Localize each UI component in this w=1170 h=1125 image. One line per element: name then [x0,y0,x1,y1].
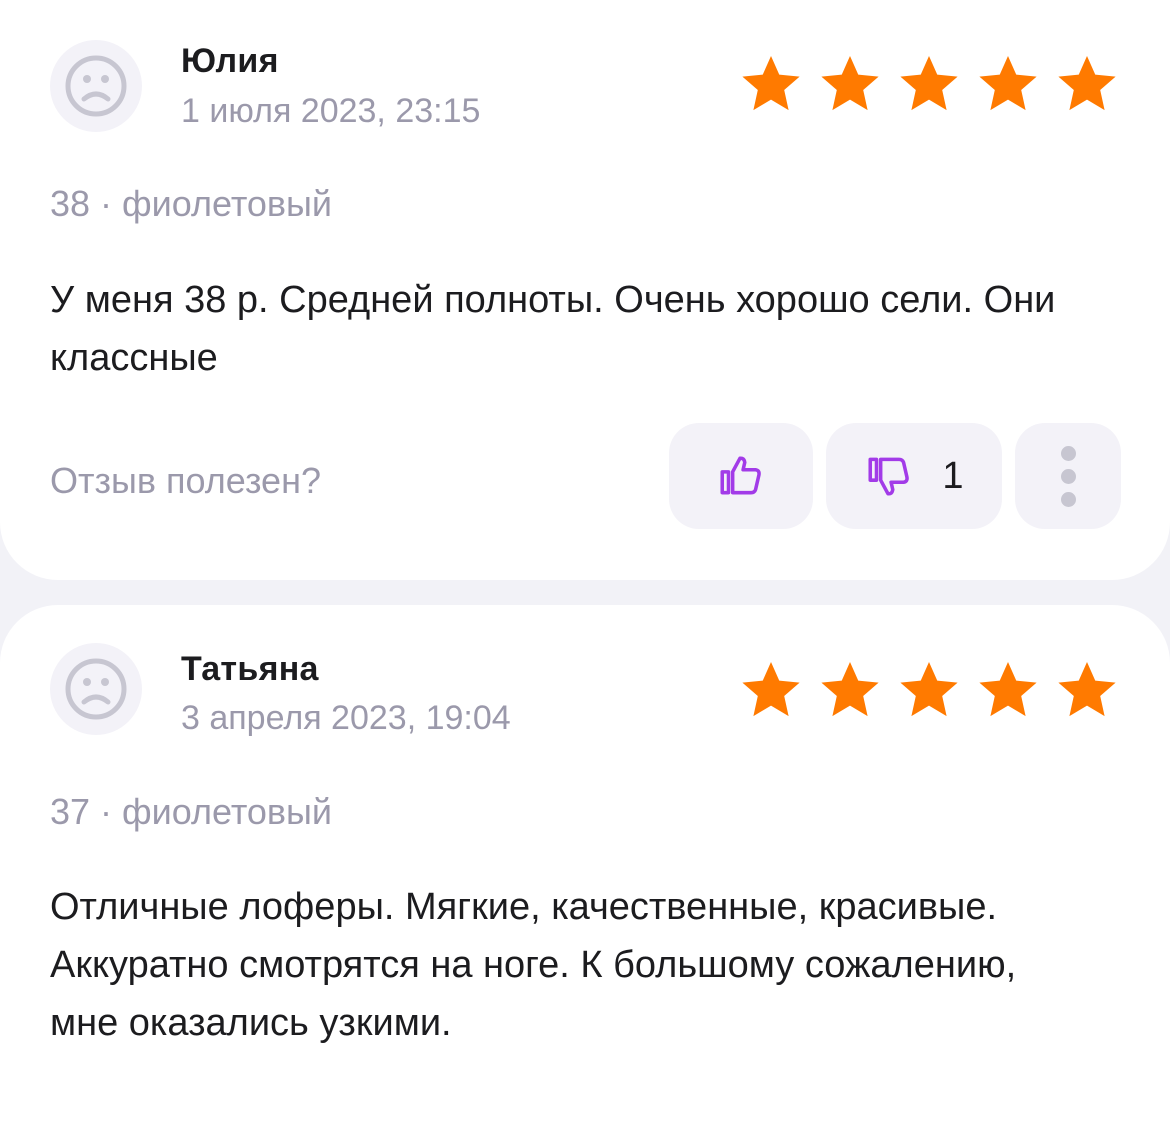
star-icon [900,55,958,111]
star-icon [742,661,800,717]
thumb-down-icon [868,457,910,496]
rating-stars [738,657,1120,723]
star-icon [900,661,958,717]
review-card: Татьяна 3 апреля 2023, 19:04 37 · фиолет… [0,605,1170,1125]
more-options-button[interactable] [1015,423,1121,529]
helpful-question: Отзыв полезен? [50,460,321,501]
review-date: 3 апреля 2023, 19:04 [181,699,511,737]
star-icon [742,55,800,111]
more-vertical-icon [1060,442,1076,511]
rating-stars [738,51,1120,117]
author-name: Татьяна [181,650,319,688]
star-icon [821,55,879,111]
thumb-up-icon [720,456,761,495]
star-icon [979,55,1037,111]
sad-face-icon [65,55,127,117]
star-icon [821,661,879,717]
review-card: Юлия 1 июля 2023, 23:15 38 · фиолетовый … [0,0,1170,580]
dislike-button[interactable]: 1 [826,423,1002,529]
product-variant: 38 · фиолетовый [50,183,333,224]
sad-face-icon [65,658,127,720]
review-date: 1 июля 2023, 23:15 [181,92,481,130]
author-name: Юлия [181,42,279,80]
avatar [50,643,142,735]
avatar [50,40,142,132]
star-icon [1058,661,1116,717]
dislike-count: 1 [942,454,964,497]
like-button[interactable] [669,423,813,529]
star-icon [1058,55,1116,111]
review-text: У меня 38 р. Средней полноты. Очень хоро… [50,279,1056,379]
review-text: Отличные лоферы. Мягкие, качественные, к… [50,886,1017,1044]
product-variant: 37 · фиолетовый [50,791,333,832]
star-icon [979,661,1037,717]
